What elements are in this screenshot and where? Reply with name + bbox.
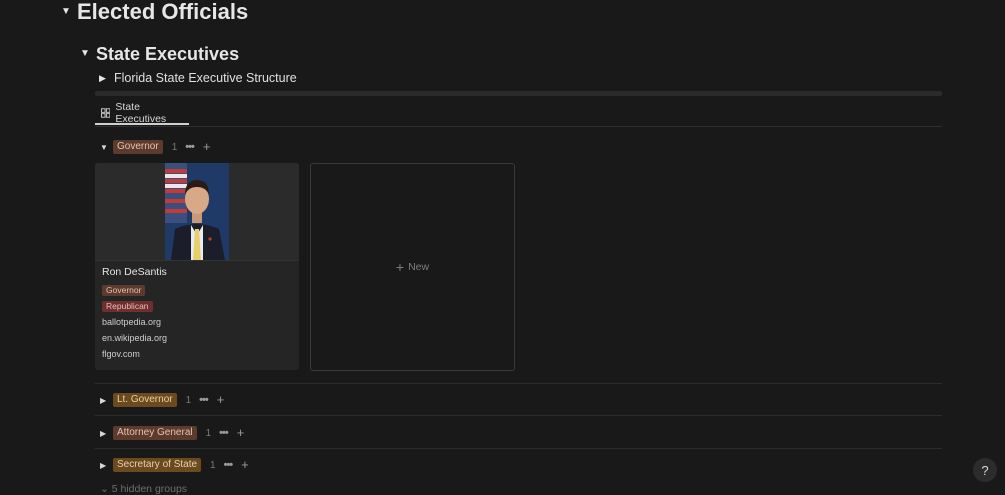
group-tag: Secretary of State	[113, 458, 202, 472]
card-title: Ron DeSantis	[102, 266, 167, 278]
group-count: 1	[210, 459, 216, 471]
link-flgov[interactable]: flgov.com	[102, 349, 140, 359]
role-tag: Governor	[102, 285, 146, 296]
group-divider	[95, 383, 942, 384]
database-view-tabs: State Executives	[95, 100, 942, 127]
more-options-icon[interactable]: •••	[185, 141, 195, 153]
party-tag: Republican	[102, 301, 153, 312]
collapse-toggle-icon[interactable]: ▼	[100, 143, 113, 152]
collapse-toggle-icon[interactable]: ▼	[61, 7, 71, 17]
group-header-attorney-general: ▶ Attorney General 1 ••• +	[100, 425, 244, 441]
add-icon: +	[395, 259, 405, 275]
collapse-toggle-icon[interactable]: ▼	[80, 49, 90, 59]
expand-toggle-icon[interactable]: ▶	[100, 396, 113, 405]
tab-label: State Executives	[115, 100, 167, 125]
add-icon[interactable]: +	[203, 140, 211, 153]
portrait-image	[165, 163, 229, 260]
divider	[95, 91, 942, 96]
group-count: 1	[185, 394, 192, 406]
expand-toggle-icon[interactable]: ▶	[99, 73, 106, 83]
group-divider	[95, 448, 942, 449]
gallery-card[interactable]: Ron DeSantis Governor Republican ballotp…	[95, 163, 299, 370]
add-icon[interactable]: +	[237, 426, 245, 439]
group-divider	[95, 415, 942, 416]
card-cover	[95, 163, 299, 261]
hidden-groups-label: 5 hidden groups	[111, 483, 188, 495]
group-header-secretary-of-state: ▶ Secretary of State 1 ••• +	[100, 457, 249, 473]
link-wikipedia[interactable]: en.wikipedia.org	[102, 333, 167, 343]
gallery-icon	[101, 107, 111, 118]
add-icon[interactable]: +	[217, 393, 225, 406]
hidden-groups-toggle[interactable]: ⌄ 5 hidden groups	[100, 483, 187, 495]
group-count: 1	[171, 141, 178, 153]
group-header-governor: ▼ Governor 1 ••• +	[100, 139, 210, 155]
toggle-block-structure[interactable]: Florida State Executive Structure	[114, 70, 297, 86]
tab-state-executives[interactable]: State Executives	[95, 100, 189, 125]
more-options-icon[interactable]: •••	[224, 459, 234, 471]
new-card-button[interactable]: + New	[310, 163, 515, 371]
group-count: 1	[205, 427, 212, 439]
group-header-lt-governor: ▶ Lt. Governor 1 ••• +	[100, 392, 224, 408]
more-options-icon[interactable]: •••	[219, 427, 229, 439]
page-heading-elected-officials: Elected Officials	[77, 0, 249, 24]
section-heading-state-executives: State Executives	[96, 44, 240, 64]
chevron-down-icon: ⌄	[100, 483, 109, 495]
more-options-icon[interactable]: •••	[199, 394, 209, 406]
add-icon[interactable]: +	[241, 458, 249, 471]
new-label: New	[408, 261, 430, 273]
group-tag: Lt. Governor	[113, 393, 177, 407]
expand-toggle-icon[interactable]: ▶	[100, 461, 113, 470]
group-tag: Attorney General	[113, 426, 197, 440]
expand-toggle-icon[interactable]: ▶	[100, 429, 113, 438]
group-tag: Governor	[113, 140, 163, 154]
link-ballotpedia[interactable]: ballotpedia.org	[102, 317, 161, 327]
help-button[interactable]: ?	[973, 458, 997, 482]
